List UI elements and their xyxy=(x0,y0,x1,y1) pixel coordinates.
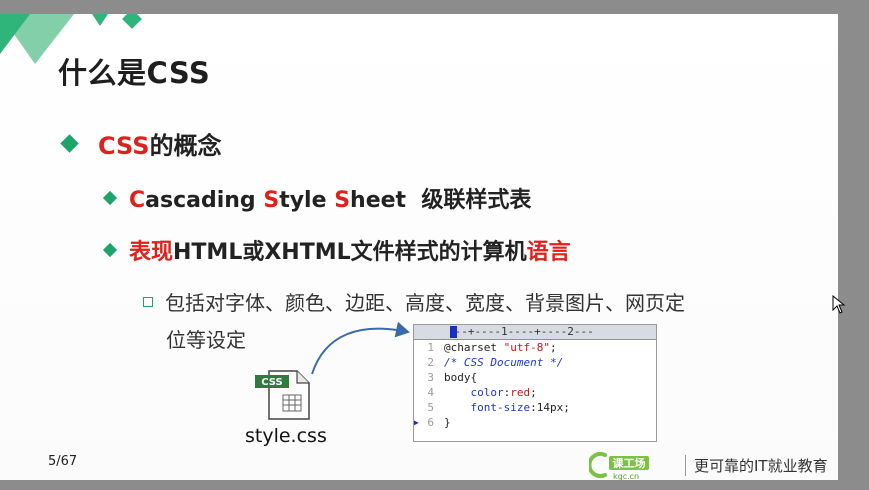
code-editor-snippet: ---+----1----+----2--- 1 @charset "utf-8"… xyxy=(413,324,657,442)
file-tag: CSS xyxy=(261,377,282,388)
bullet-cascading-style-sheet: Cascading Style Sheet 级联样式表 xyxy=(102,182,531,214)
slide-title: 什么是CSS xyxy=(58,56,211,90)
code-line: 5 font-size:14px; xyxy=(427,401,570,414)
slide: 什么是CSS CSS的概念 Cascading Style Sheet 级联样式… xyxy=(0,14,838,480)
code-line: 1 @charset "utf-8"; xyxy=(427,341,557,354)
code-line: ▶ 6} xyxy=(414,416,451,429)
square-bullet-icon xyxy=(143,296,153,307)
logo-domain: kgc.cn xyxy=(613,472,639,480)
code-line: 3 body{ xyxy=(427,371,478,384)
css-file-icon: CSS xyxy=(255,367,311,420)
file-label: style.css xyxy=(245,425,327,447)
bullet-css-concept: CSS的概念 xyxy=(60,126,222,161)
diamond-bullet-icon xyxy=(102,242,118,258)
code-line: 4 color: red; xyxy=(427,386,537,399)
bullet-settings-list: 包括对字体、颜色、边距、高度、宽度、背景图片、网页定 xyxy=(143,287,685,316)
ruler-cursor xyxy=(450,326,457,338)
curved-arrow-icon xyxy=(311,321,410,375)
logo-brand: 课工场 xyxy=(613,456,646,470)
mouse-cursor-icon xyxy=(832,295,846,314)
diamond-bullet-icon xyxy=(60,134,79,153)
page-number: 5/67 xyxy=(48,454,78,469)
kgc-logo: 课工场 kgc.cn 更可靠的IT就业教育 xyxy=(589,450,828,480)
line-marker-icon: ▶ xyxy=(414,418,419,427)
bullet-settings-list-continued: 位等设定 xyxy=(166,328,246,352)
css-highlight: CSS xyxy=(98,132,150,160)
code-line: 2/* CSS Document */ xyxy=(427,356,564,369)
bullet-presentation-language: 表现HTML或XHTML文件样式的计算机语言 xyxy=(102,234,571,266)
editor-ruler: ---+----1----+----2--- xyxy=(414,325,656,340)
diamond-bullet-icon xyxy=(102,190,118,206)
logo-tagline: 更可靠的IT就业教育 xyxy=(685,454,828,476)
kgc-logo-icon: 课工场 kgc.cn xyxy=(589,452,649,480)
